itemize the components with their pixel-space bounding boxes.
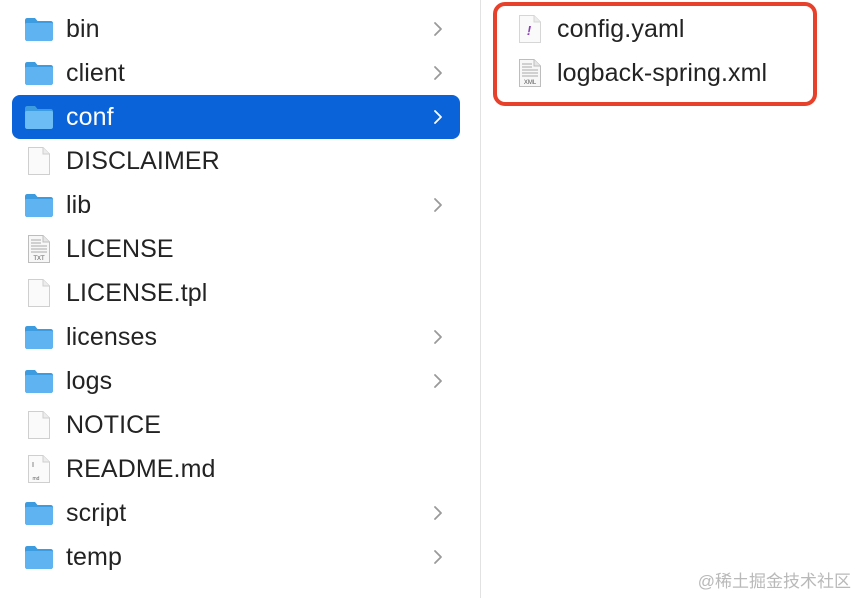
- parent-directory-column: bin client conf DISCLAIMER lib TXT LICEN…: [0, 0, 480, 598]
- list-item-logs[interactable]: logs: [12, 359, 460, 403]
- list-item-disclaimer[interactable]: DISCLAIMER: [12, 139, 460, 183]
- list-item-license[interactable]: TXT LICENSE: [12, 227, 460, 271]
- folder-icon: [24, 100, 54, 134]
- txt-file-icon: TXT: [24, 232, 54, 266]
- list-item-script[interactable]: script: [12, 491, 460, 535]
- item-label: LICENSE: [66, 234, 174, 263]
- item-label: lib: [66, 190, 92, 219]
- folder-icon: [24, 364, 54, 398]
- item-label: logs: [66, 366, 113, 395]
- list-item-client[interactable]: client: [12, 51, 460, 95]
- document-icon: [24, 408, 54, 442]
- list-item-temp[interactable]: temp: [12, 535, 460, 579]
- item-label: script: [66, 498, 127, 527]
- item-label: README.md: [66, 454, 216, 483]
- chevron-right-icon[interactable]: [428, 371, 448, 391]
- chevron-right-icon[interactable]: [428, 327, 448, 347]
- chevron-right-icon[interactable]: [428, 547, 448, 567]
- folder-icon: [24, 12, 54, 46]
- document-icon: [24, 276, 54, 310]
- md-badge-text: md: [33, 476, 40, 482]
- annotation-highlight-box: [493, 2, 817, 106]
- txt-badge-text: TXT: [33, 256, 45, 262]
- list-item-license-tpl[interactable]: LICENSE.tpl: [12, 271, 460, 315]
- item-label: LICENSE.tpl: [66, 278, 208, 307]
- list-item-readme[interactable]: md README.md: [12, 447, 460, 491]
- item-label: conf: [66, 102, 114, 131]
- list-item-conf[interactable]: conf: [12, 95, 460, 139]
- item-label: temp: [66, 542, 122, 571]
- folder-icon: [24, 56, 54, 90]
- item-label: bin: [66, 14, 100, 43]
- document-icon: [24, 144, 54, 178]
- list-item-bin[interactable]: bin: [12, 7, 460, 51]
- item-label: licenses: [66, 322, 158, 351]
- chevron-right-icon[interactable]: [428, 19, 448, 39]
- chevron-right-icon[interactable]: [428, 195, 448, 215]
- folder-icon: [24, 496, 54, 530]
- chevron-right-icon[interactable]: [428, 503, 448, 523]
- watermark: @稀土掘金技术社区: [697, 572, 851, 591]
- finder-window: bin client conf DISCLAIMER lib TXT LICEN…: [0, 0, 859, 598]
- list-item-lib[interactable]: lib: [12, 183, 460, 227]
- list-item-licenses[interactable]: licenses: [12, 315, 460, 359]
- chevron-right-icon[interactable]: [428, 63, 448, 83]
- list-item-notice[interactable]: NOTICE: [12, 403, 460, 447]
- chevron-right-icon[interactable]: [428, 107, 448, 127]
- markdown-file-icon: md: [24, 452, 54, 486]
- item-label: DISCLAIMER: [66, 146, 220, 175]
- folder-icon: [24, 188, 54, 222]
- folder-icon: [24, 540, 54, 574]
- folder-icon: [24, 320, 54, 354]
- item-label: client: [66, 58, 125, 87]
- item-label: NOTICE: [66, 410, 162, 439]
